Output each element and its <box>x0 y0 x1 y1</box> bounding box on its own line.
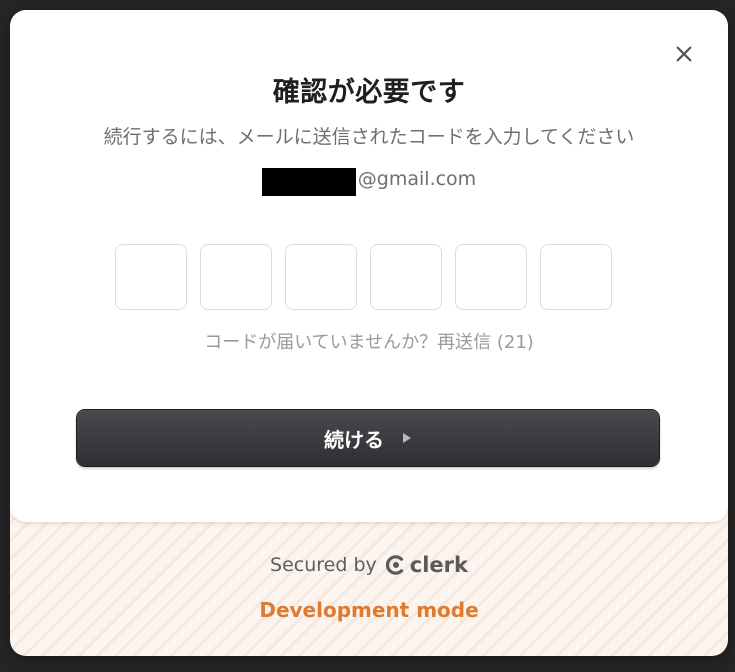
resend-code-link[interactable]: コードが届いていませんか？再送信 (21) <box>10 328 728 354</box>
email-address: @gmail.com <box>10 162 728 196</box>
code-digit-5[interactable] <box>455 244 527 310</box>
code-digit-2[interactable] <box>200 244 272 310</box>
close-button[interactable] <box>670 40 698 68</box>
code-digit-3[interactable] <box>285 244 357 310</box>
secured-by-footer: Secured by clerk <box>10 553 728 577</box>
play-arrow-icon <box>403 433 411 443</box>
email-domain: @gmail.com <box>357 168 477 190</box>
clerk-wordmark: clerk <box>409 553 468 577</box>
code-digit-1[interactable] <box>115 244 187 310</box>
code-input-group <box>115 244 612 310</box>
code-digit-4[interactable] <box>370 244 442 310</box>
continue-button[interactable]: 続ける <box>77 410 659 466</box>
email-redaction <box>261 168 356 196</box>
verification-modal: 確認が必要です 続行するには、メールに送信されたコードを入力してください @gm… <box>10 10 728 656</box>
continue-button-label: 続ける <box>324 427 384 452</box>
clerk-logo-icon <box>385 555 403 575</box>
secured-by-label: Secured by <box>270 554 377 576</box>
modal-title: 確認が必要です <box>272 77 466 108</box>
development-mode-label: Development mode <box>259 598 479 622</box>
close-icon <box>676 46 692 62</box>
code-digit-6[interactable] <box>540 244 612 310</box>
clerk-logo[interactable]: clerk <box>385 553 468 577</box>
modal-subtitle: 続行するには、メールに送信されたコードを入力してください <box>103 126 635 148</box>
verification-card: 確認が必要です 続行するには、メールに送信されたコードを入力してください @gm… <box>10 10 728 522</box>
